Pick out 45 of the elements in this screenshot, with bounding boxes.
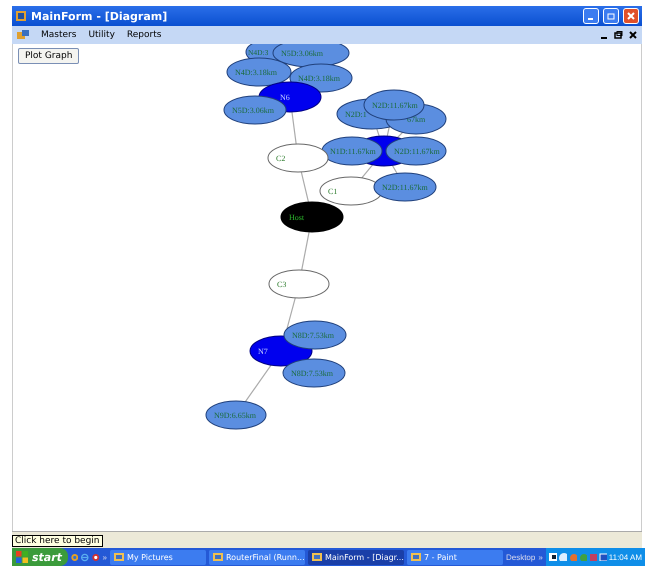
window-icon xyxy=(312,552,322,562)
minimize-button[interactable] xyxy=(583,8,599,24)
close-button[interactable] xyxy=(623,8,639,24)
graph-node: N2D:11.67km xyxy=(386,136,446,166)
graph-node: C2 xyxy=(268,144,328,172)
taskbar-button[interactable]: 7 - Paint xyxy=(406,550,503,564)
overflow-chevron[interactable]: » xyxy=(102,552,107,562)
form-icon xyxy=(17,30,29,40)
restore-icon[interactable] xyxy=(614,31,623,39)
menu-item[interactable]: Masters xyxy=(41,30,76,40)
overflow-chevron[interactable]: » xyxy=(538,552,543,562)
app-icon xyxy=(15,10,27,22)
graph-node: C3 xyxy=(268,270,330,298)
graph-node: N8D:7.53km xyxy=(282,358,346,388)
taskbar-button[interactable]: My Pictures xyxy=(110,550,206,564)
close-icon[interactable] xyxy=(629,31,637,39)
graph-node: N9D:6.65km xyxy=(206,400,266,430)
taskbar-button[interactable]: MainForm - [Diagr... xyxy=(308,550,404,564)
clock: 11:04 AM xyxy=(608,552,642,562)
graph-node: C1 xyxy=(320,176,382,206)
window-title: MainForm - [Diagram] xyxy=(31,10,168,22)
taskbar-button[interactable]: RouterFinal (Runn... xyxy=(208,550,305,564)
graph-node: Host xyxy=(280,202,344,232)
menu-item[interactable]: Utility xyxy=(88,30,115,40)
window-icon xyxy=(212,552,223,562)
graph-node: N1D:11.67km xyxy=(322,136,382,166)
flag-icon xyxy=(16,551,28,563)
circle-icon[interactable] xyxy=(92,552,100,562)
menu-item[interactable]: Reports xyxy=(126,30,162,40)
close-icon xyxy=(627,12,635,20)
window-icon xyxy=(410,552,421,562)
browser-icon[interactable] xyxy=(70,552,78,562)
start-button[interactable]: start xyxy=(12,548,68,566)
graph-node: N4D:3.18km xyxy=(226,58,292,86)
graph-node: N8D:7.53km xyxy=(284,320,346,350)
restore-icon xyxy=(607,12,615,20)
graph-node: N5D:3.06km xyxy=(272,44,350,68)
tooltip: Click here to begin xyxy=(12,535,103,547)
help-icon[interactable] xyxy=(548,553,557,561)
monitor-icon[interactable] xyxy=(598,553,607,561)
desktop-toolbar-label[interactable]: Desktop xyxy=(506,552,536,562)
restore-button[interactable] xyxy=(603,8,619,24)
graph-node: N2D:11.67km xyxy=(374,172,436,202)
window-icon xyxy=(114,552,124,562)
plot-graph-button[interactable]: Plot Graph xyxy=(18,48,80,64)
